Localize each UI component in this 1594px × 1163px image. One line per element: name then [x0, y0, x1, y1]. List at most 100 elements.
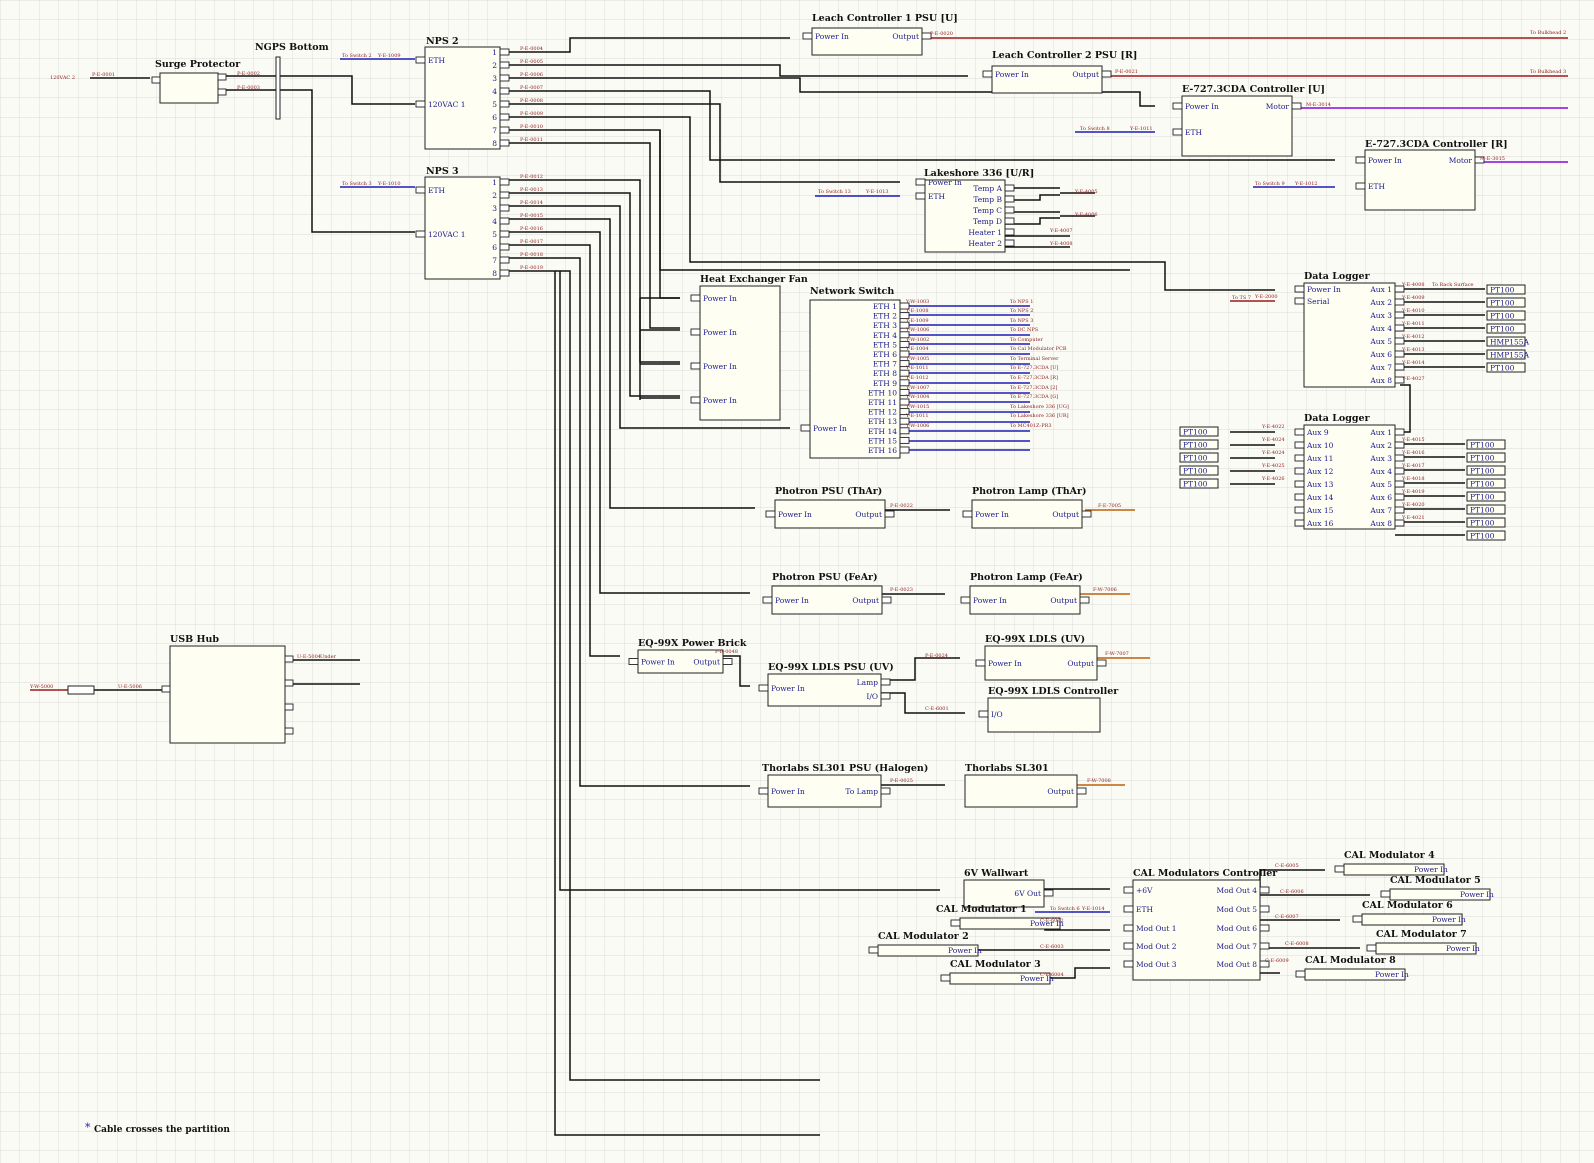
eqldlspsu-port-label: Lamp: [857, 678, 879, 687]
dl2-port-label: Aux 5: [1369, 480, 1392, 489]
port-pin: [1259, 886, 1270, 894]
sensor-label: PT100: [1470, 467, 1495, 476]
cable-label: M-E-3015: [1480, 156, 1505, 162]
port-pin: [1076, 787, 1087, 795]
nps3-title: NPS 3: [426, 166, 459, 177]
component-eqldlspsu: EQ-99X LDLS PSU (UV) Power In Lamp I/O: [758, 662, 894, 707]
cable-label: Y-E-1008: [905, 308, 929, 314]
dl1-port-label: Aux 3: [1369, 311, 1392, 320]
port-pin: [1004, 206, 1015, 214]
plampfear-title: Photron Lamp (FeAr): [970, 572, 1083, 583]
port-pin: [1380, 890, 1391, 898]
hefan-port-label: Power In: [703, 362, 737, 371]
cable-label: P-E-0048: [715, 649, 738, 655]
cable-label: Y-E-4009: [1401, 295, 1425, 301]
port-pin: [1294, 506, 1305, 514]
netswitch-port-label: ETH 16: [868, 446, 897, 455]
ppsufear-title: Photron PSU (FeAr): [772, 572, 878, 583]
usbhub-pin: [284, 679, 294, 687]
port-pin: [499, 74, 510, 82]
calctrl-port-label: Mod Out 6: [1216, 924, 1257, 933]
sensor-label: PT100: [1183, 480, 1208, 489]
dl2-port-label: Aux 15: [1306, 506, 1334, 515]
ppsuthar-title: Photron PSU (ThAr): [775, 486, 882, 497]
port-pin: [800, 424, 811, 432]
cable-label: To Bulkhead 2: [1530, 30, 1566, 36]
lakeshore-port-label: ETH: [928, 192, 945, 201]
calctrl-port-label: Mod Out 4: [1216, 886, 1257, 895]
port-pin: [499, 178, 510, 186]
port-pin: [1123, 924, 1134, 932]
port-pin: [758, 684, 769, 692]
dl2-title: Data Logger: [1304, 413, 1371, 424]
cable-label: P-E-0003: [237, 85, 260, 91]
calctrl-port-label: Mod Out 5: [1216, 905, 1257, 914]
cable-label: P-E-0004: [520, 46, 543, 52]
cable-label: To TS 7: [1232, 295, 1251, 301]
cable-label: Y-E-4021: [1401, 515, 1425, 521]
netswitch-title: Network Switch: [810, 286, 894, 297]
cable-label: F-W-7008: [1087, 778, 1111, 784]
netswitch-port-label: ETH 11: [868, 398, 897, 407]
plampthar-port-label: Power In: [975, 510, 1009, 519]
slpsu-title: Thorlabs SL301 PSU (Halogen): [762, 763, 928, 774]
eqldlspsu-title: EQ-99X LDLS PSU (UV): [768, 662, 894, 673]
cable-label: Y-E-4027: [1401, 376, 1425, 382]
lakeshore-port-label: Temp C: [973, 206, 1002, 215]
eqldls-port-label: Power In: [988, 659, 1022, 668]
lakeshore-port-label: Heater 2: [968, 239, 1002, 248]
port-pin: [1004, 217, 1015, 225]
nps2-port-label: 5: [492, 100, 497, 109]
dl1-port-label: Serial: [1307, 297, 1330, 306]
sensor-label: PT100: [1490, 325, 1515, 334]
cable-label: P-E-0021: [1115, 69, 1138, 75]
cal7-port-label: Power In: [1446, 944, 1480, 953]
port-pin: [1123, 942, 1134, 950]
wallwart-title: 6V Wallwart: [964, 868, 1029, 879]
port-pin: [499, 100, 510, 108]
cable-label: P-E-0005: [520, 59, 543, 65]
cable-label: To Switch 9: [1255, 181, 1285, 187]
usbhub-box: [169, 645, 286, 744]
usbhub-pin: [284, 727, 294, 735]
cable-label: C-E-6001: [925, 706, 949, 712]
dl2-port-label: Aux 11: [1306, 454, 1333, 463]
port-pin: [415, 56, 426, 64]
cal8-title: CAL Modulator 8: [1305, 955, 1396, 966]
cable-label: Y-E-4018: [1401, 476, 1425, 482]
port-pin: [950, 919, 961, 927]
dl1-port-label: Power In: [1307, 285, 1341, 294]
hefan-port-label: Power In: [703, 294, 737, 303]
dl2-port-label: Aux 9: [1306, 428, 1329, 437]
cable-label: Y-E-1011: [905, 365, 929, 371]
port-pin: [758, 787, 769, 795]
cable-label: Y-E-1009: [377, 53, 401, 59]
calctrl-title: CAL Modulators Controller: [1133, 868, 1278, 879]
cable-label: C-E-6004: [1040, 972, 1064, 978]
leach1-port-label: Output: [892, 32, 919, 41]
eqldls-port-label: Output: [1067, 659, 1094, 668]
dl2-port-label: Aux 3: [1369, 454, 1392, 463]
port-pin: [690, 396, 701, 404]
sensor-box: PT100: [1466, 530, 1506, 541]
component-nps3: NPS 3 ETH 120VAC 1 1 2 3 4 5 6 7 8: [415, 166, 510, 280]
port-pin: [1172, 128, 1183, 136]
dl1-title: Data Logger: [1304, 271, 1371, 282]
port-pin: [960, 596, 971, 604]
port-pin: [499, 126, 510, 134]
nps3-port-label: ETH: [428, 186, 445, 195]
cable-label: Y-E-4014: [1401, 360, 1425, 366]
cable-label: 120VAC 2: [50, 75, 75, 81]
cable-label: To Switch 3: [342, 181, 372, 187]
cable-label: P-E-0019: [520, 265, 543, 271]
port-pin: [881, 596, 892, 604]
cable-label: C-E-6005: [1275, 863, 1299, 869]
cable-label: To Cal Modulator PCB: [1010, 346, 1067, 352]
port-pin: [1394, 428, 1405, 436]
nps2-port-label: 1: [492, 48, 497, 57]
cable-label: F-E-7005: [1098, 503, 1121, 509]
cable-label: P-E-0010: [520, 124, 543, 130]
calctrl-port-label: Mod Out 7: [1216, 942, 1257, 951]
cal4-port-label: Power In: [1414, 865, 1448, 874]
netswitch-port-label: ETH 5: [873, 340, 897, 349]
